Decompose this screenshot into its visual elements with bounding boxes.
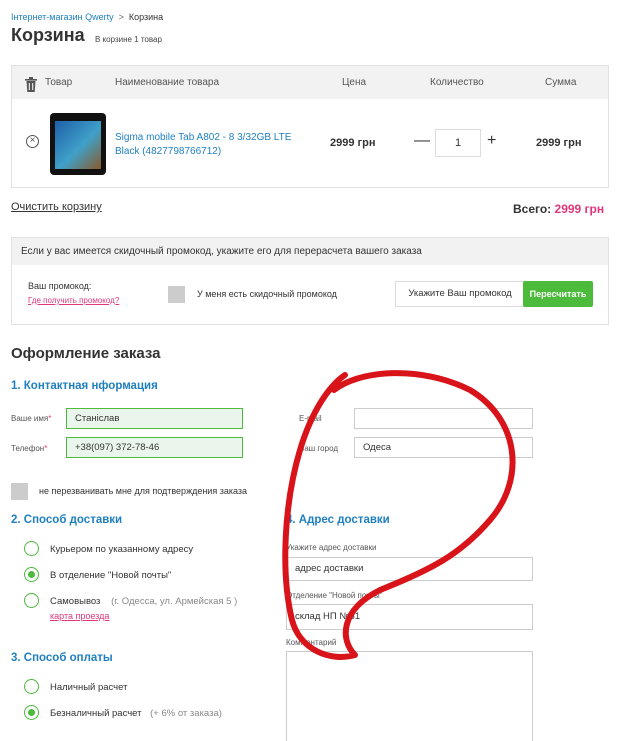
no-call-label: не перезванивать мне для подтверждения з… (39, 486, 248, 496)
delivery-pickup-note: (г. Одесса, ул. Армейская 5 ) (111, 596, 238, 607)
breadcrumb-home-link[interactable]: Інтернет-магазин Qwerty (11, 12, 114, 22)
promo-help-link[interactable]: Где получить промокод? (28, 296, 119, 305)
page-title: Корзина (11, 25, 85, 45)
promo-info: Если у вас имеется скидочный промокод, у… (21, 246, 422, 257)
breadcrumb-separator: > (118, 12, 124, 22)
cart-count: В корзине 1 товар (95, 35, 162, 44)
payment-cashless-note: (+ 6% от заказа) (150, 708, 222, 719)
phone-label: Телефон* (11, 444, 47, 453)
payment-cashless-radio[interactable] (24, 705, 39, 720)
qty-minus-button[interactable]: — (414, 132, 430, 150)
payment-cash-radio[interactable] (24, 679, 39, 694)
name-label-text: Ваше имя (11, 414, 49, 423)
delivery-courier-label: Курьером по указанному адресу (50, 544, 194, 555)
col-price: Цена (342, 77, 367, 88)
city-label: Ваш город (299, 444, 339, 453)
contact-section-title: 1. Контактная нформация (11, 380, 158, 392)
qty-plus-button[interactable]: + (487, 132, 496, 150)
required-mark: * (44, 444, 48, 453)
recalculate-button[interactable]: Пересчитать (523, 281, 593, 307)
col-sum: Сумма (545, 77, 577, 88)
promo-input[interactable]: Укажите Ваш промокод (395, 281, 525, 307)
col-qty: Количество (430, 77, 484, 88)
delivery-section-title: 2. Способ доставки (11, 514, 123, 526)
payment-cash-label: Наличный расчет (50, 682, 128, 693)
product-image[interactable] (50, 113, 106, 175)
payment-cashless-text: Безналичный расчет (50, 708, 142, 719)
promo-label: Ваш промокод: (28, 281, 92, 291)
no-call-checkbox[interactable] (11, 483, 28, 500)
comment-label: Комментарий (286, 638, 337, 647)
total-value: 2999 грн (554, 202, 605, 216)
delivery-novaposhta-label: В отделение "Новой почты" (50, 570, 172, 581)
cart-table: Товар Наименование товара Цена Количеств… (11, 65, 609, 188)
trash-icon[interactable] (25, 77, 37, 95)
payment-section-title: 3. Способ оплаты (11, 652, 113, 664)
order-title: Оформление заказа (11, 345, 161, 362)
map-link[interactable]: карта проезда (50, 611, 109, 621)
promo-checkbox[interactable] (168, 286, 185, 303)
name-label: Ваше имя* (11, 414, 51, 423)
remove-item-icon[interactable]: × (26, 135, 39, 148)
delivery-pickup-radio[interactable] (24, 593, 39, 608)
breadcrumb: Інтернет-магазин Qwerty > Корзина (11, 12, 163, 22)
phone-input[interactable]: +38(097) 372-78-46 (66, 437, 243, 458)
product-sum: 2999 грн (536, 137, 582, 149)
city-input[interactable]: Одеса (354, 437, 533, 458)
cart-header: Товар Наименование товара Цена Количеств… (12, 66, 608, 99)
address-label: Укажите адрес доставки (286, 543, 377, 552)
delivery-novaposhta-radio[interactable] (24, 567, 39, 582)
email-input[interactable] (354, 408, 533, 429)
qty-input[interactable]: 1 (435, 129, 481, 157)
name-input[interactable]: Станіслав (66, 408, 243, 429)
branch-input[interactable]: склад НП №61 (286, 604, 533, 630)
payment-cashless-label: Безналичный расчет (+ 6% от заказа) (50, 708, 222, 719)
delivery-courier-radio[interactable] (24, 541, 39, 556)
product-name-link[interactable]: Sigma mobile Tab A802 - 8 3/32GB LTE Bla… (115, 131, 305, 159)
col-product: Товар (45, 77, 73, 88)
address-input[interactable]: адрес доставки (286, 557, 533, 581)
col-name: Наименование товара (115, 77, 220, 88)
comment-textarea[interactable] (286, 651, 533, 741)
required-mark: * (48, 414, 52, 423)
promo-header: Если у вас имеется скидочный промокод, у… (12, 238, 608, 265)
promo-box: Если у вас имеется скидочный промокод, у… (11, 237, 609, 325)
delivery-pickup-text: Самовывоз (50, 596, 101, 607)
cart-total: Всего: 2999 грн (513, 202, 604, 216)
phone-label-text: Телефон (11, 444, 45, 453)
clear-cart-link[interactable]: Очистить корзину (11, 201, 102, 213)
email-label: E-mail (299, 414, 322, 423)
product-price: 2999 грн (330, 137, 376, 149)
delivery-pickup-label: Самовывоз (г. Одесса, ул. Армейская 5 ) (50, 596, 237, 607)
branch-label: Отделение "Новой почты" (286, 591, 383, 600)
breadcrumb-current: Корзина (128, 12, 164, 22)
address-section-title: 4. Адрес доставки (286, 514, 390, 526)
total-label: Всего: (513, 202, 552, 216)
promo-checkbox-label: У меня есть скидочный промокод (197, 289, 337, 299)
